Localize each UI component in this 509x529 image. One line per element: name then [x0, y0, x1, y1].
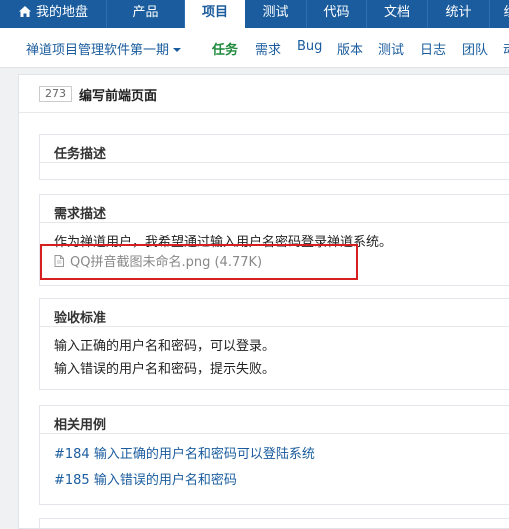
nav-tab-doc[interactable]: 文档 — [367, 0, 428, 28]
nav-tab-label: 统计 — [445, 5, 472, 20]
nav-tab-label: 测试 — [262, 5, 289, 20]
section-story-desc: 需求描述 作为禅道用户，我希望通过输入用户名密码登录禅道系统。 QQ拼音截图未命… — [39, 194, 509, 286]
section-divider — [40, 222, 509, 223]
subnav-dynamic[interactable]: 动 — [503, 39, 509, 58]
section-title: 相关用例 — [54, 418, 107, 433]
nav-tab-stats[interactable]: 统计 — [428, 0, 490, 28]
section-divider — [40, 162, 509, 163]
section-task-desc: 任务描述 — [39, 134, 509, 180]
section-title: 任务描述 — [54, 147, 107, 162]
subnav-log[interactable]: 日志 — [420, 39, 446, 58]
section-acceptance: 验收标准 输入正确的用户名和密码，可以登录。 输入错误的用户名和密码，提示失败。 — [39, 298, 509, 390]
nav-tab-code[interactable]: 代码 — [307, 0, 367, 28]
section-title: 需求描述 — [54, 207, 107, 222]
nav-tab-my[interactable]: 我的地盘 — [0, 0, 107, 28]
highlight-box — [40, 244, 358, 280]
task-detail-panel: 273 编写前端页面 任务描述 需求描述 作为禅道用户，我希望通过输入用户名密码… — [18, 74, 509, 529]
subnav-bug[interactable]: Bug — [297, 39, 322, 54]
task-id-badge: 273 — [39, 86, 72, 102]
subnav-build[interactable]: 版本 — [337, 39, 363, 58]
case-link[interactable]: #184 输入正确的用户名和密码可以登陆系统 — [54, 443, 315, 462]
chevron-down-icon — [173, 48, 182, 52]
nav-tab-test[interactable]: 测试 — [245, 0, 307, 28]
nav-tab-label: 文档 — [383, 5, 410, 20]
nav-tab-label: 代码 — [323, 5, 350, 20]
acceptance-line: 输入错误的用户名和密码，提示失败。 — [54, 362, 276, 377]
nav-tab-label: 项目 — [201, 5, 228, 20]
nav-tab-org[interactable]: 组 — [490, 0, 509, 28]
nav-tab-label: 组 — [503, 5, 509, 20]
section-title: 验收标准 — [54, 311, 107, 326]
subnav-story[interactable]: 需求 — [255, 39, 281, 58]
section-related-cases: 相关用例 #184 输入正确的用户名和密码可以登陆系统 #185 输入错误的用户… — [39, 405, 509, 505]
subnav-team[interactable]: 团队 — [462, 39, 488, 58]
nav-tab-label: 我的地盘 — [35, 5, 88, 20]
nav-tab-project[interactable]: 项目 — [185, 0, 245, 28]
section-divider — [40, 433, 509, 434]
subnav-task[interactable]: 任务 — [212, 39, 238, 58]
sub-nav: 禅道项目管理软件第一期 任务 需求 Bug 版本 测试 日志 团队 动 — [0, 28, 509, 68]
home-icon — [18, 6, 31, 17]
top-nav: 我的地盘 产品 项目 测试 代码 文档 统计 组 — [0, 0, 509, 28]
acceptance-line: 输入正确的用户名和密码，可以登录。 — [54, 339, 276, 354]
nav-tab-label: 产品 — [132, 5, 159, 20]
task-title: 编写前端页面 — [79, 89, 158, 104]
case-link[interactable]: #185 输入错误的用户名和密码 — [54, 469, 237, 488]
section-divider — [40, 326, 509, 327]
project-selector-label: 禅道项目管理软件第一期 — [26, 43, 170, 58]
section-files: 附件 — [39, 518, 509, 529]
project-selector[interactable]: 禅道项目管理软件第一期 — [26, 39, 182, 58]
subnav-test[interactable]: 测试 — [378, 39, 404, 58]
nav-tab-product[interactable]: 产品 — [107, 0, 185, 28]
task-title-bar: 273 编写前端页面 — [19, 75, 509, 113]
